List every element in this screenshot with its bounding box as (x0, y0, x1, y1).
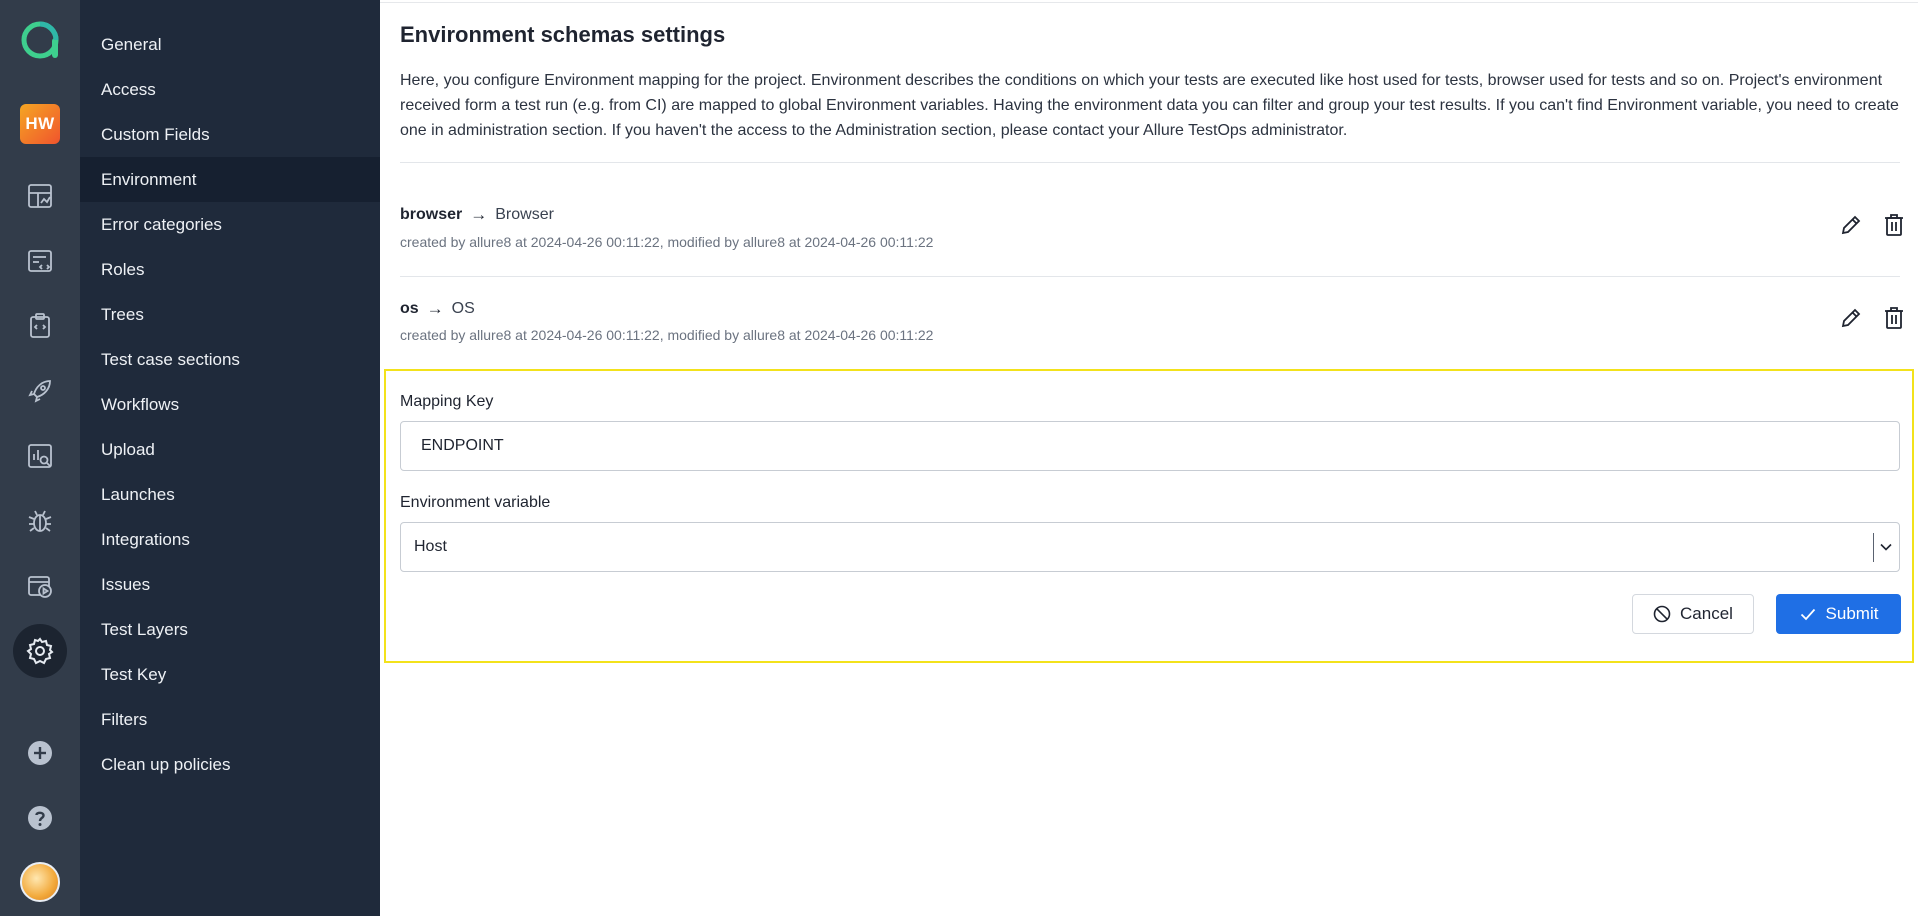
menu-item-workflows[interactable]: Workflows (80, 382, 380, 427)
menu-item-error-categories[interactable]: Error categories (80, 202, 380, 247)
help-icon[interactable] (20, 798, 60, 838)
settings-icon[interactable] (13, 624, 67, 678)
mapping-key-input[interactable] (400, 421, 1900, 471)
test-plans-icon[interactable] (20, 306, 60, 346)
mapping-key-label: Mapping Key (400, 393, 494, 410)
arrow-right-icon: → (426, 299, 444, 318)
page-description: Here, you configure Environment mapping … (400, 72, 1899, 139)
jobs-icon[interactable] (20, 566, 60, 606)
defects-icon[interactable] (20, 501, 60, 541)
cancel-button[interactable]: Cancel (1632, 594, 1754, 634)
mapping-meta: created by allure8 at 2024-04-26 00:11:2… (400, 327, 934, 343)
select-value: Host (414, 538, 447, 555)
mapping-variable: OS (451, 300, 475, 317)
menu-item-upload[interactable]: Upload (80, 427, 380, 472)
mapping-meta: created by allure8 at 2024-04-26 00:11:2… (400, 234, 934, 250)
menu-item-roles[interactable]: Roles (80, 247, 380, 292)
delete-icon[interactable] (1880, 304, 1908, 332)
menu-item-test-key[interactable]: Test Key (80, 652, 380, 697)
description-divider (400, 162, 1900, 163)
project-initials: HW (25, 114, 55, 133)
menu-item-test-layers[interactable]: Test Layers (80, 607, 380, 652)
mapping-key: os (400, 300, 419, 317)
mapping-title: os → OS (400, 299, 475, 319)
analytics-icon[interactable] (20, 436, 60, 476)
user-avatar[interactable] (20, 862, 60, 902)
menu-item-custom-fields[interactable]: Custom Fields (80, 112, 380, 157)
allure-logo-icon[interactable] (20, 20, 60, 60)
menu-item-access[interactable]: Access (80, 67, 380, 112)
test-cases-icon[interactable] (20, 241, 60, 281)
menu-item-integrations[interactable]: Integrations (80, 517, 380, 562)
arrow-right-icon: → (470, 205, 488, 224)
settings-menu: General Access Custom Fields Environment… (80, 0, 380, 916)
submit-button[interactable]: Submit (1776, 594, 1901, 634)
cancel-button-label: Cancel (1680, 604, 1733, 623)
top-divider (380, 2, 1918, 3)
edit-icon[interactable] (1837, 211, 1865, 239)
environment-variable-select[interactable]: Host (400, 522, 1900, 572)
check-icon (1800, 608, 1815, 621)
mapping-variable: Browser (495, 206, 554, 223)
mapping-key: browser (400, 206, 463, 223)
edit-icon[interactable] (1837, 304, 1865, 332)
launches-icon[interactable] (20, 371, 60, 411)
main-content: Environment schemas settings Here, you c… (380, 0, 1918, 916)
select-separator (1873, 533, 1874, 562)
submit-button-label: Submit (1825, 604, 1879, 623)
menu-item-general[interactable]: General (80, 22, 380, 67)
menu-item-filters[interactable]: Filters (80, 697, 380, 742)
menu-item-environment[interactable]: Environment (80, 157, 380, 202)
project-avatar[interactable]: HW (20, 104, 60, 144)
cancel-icon (1653, 605, 1671, 623)
menu-item-test-case-sections[interactable]: Test case sections (80, 337, 380, 382)
dashboard-icon[interactable] (20, 176, 60, 216)
menu-item-clean-up-policies[interactable]: Clean up policies (80, 742, 380, 787)
chevron-down-icon[interactable] (1879, 540, 1893, 559)
delete-icon[interactable] (1880, 211, 1908, 239)
menu-item-launches[interactable]: Launches (80, 472, 380, 517)
menu-item-trees[interactable]: Trees (80, 292, 380, 337)
menu-item-issues[interactable]: Issues (80, 562, 380, 607)
add-project-icon[interactable] (20, 733, 60, 773)
icon-rail: HW (0, 0, 80, 916)
page-title: Environment schemas settings (400, 22, 726, 47)
row-divider (400, 276, 1900, 277)
environment-variable-label: Environment variable (400, 494, 551, 511)
mapping-title: browser → Browser (400, 205, 554, 225)
